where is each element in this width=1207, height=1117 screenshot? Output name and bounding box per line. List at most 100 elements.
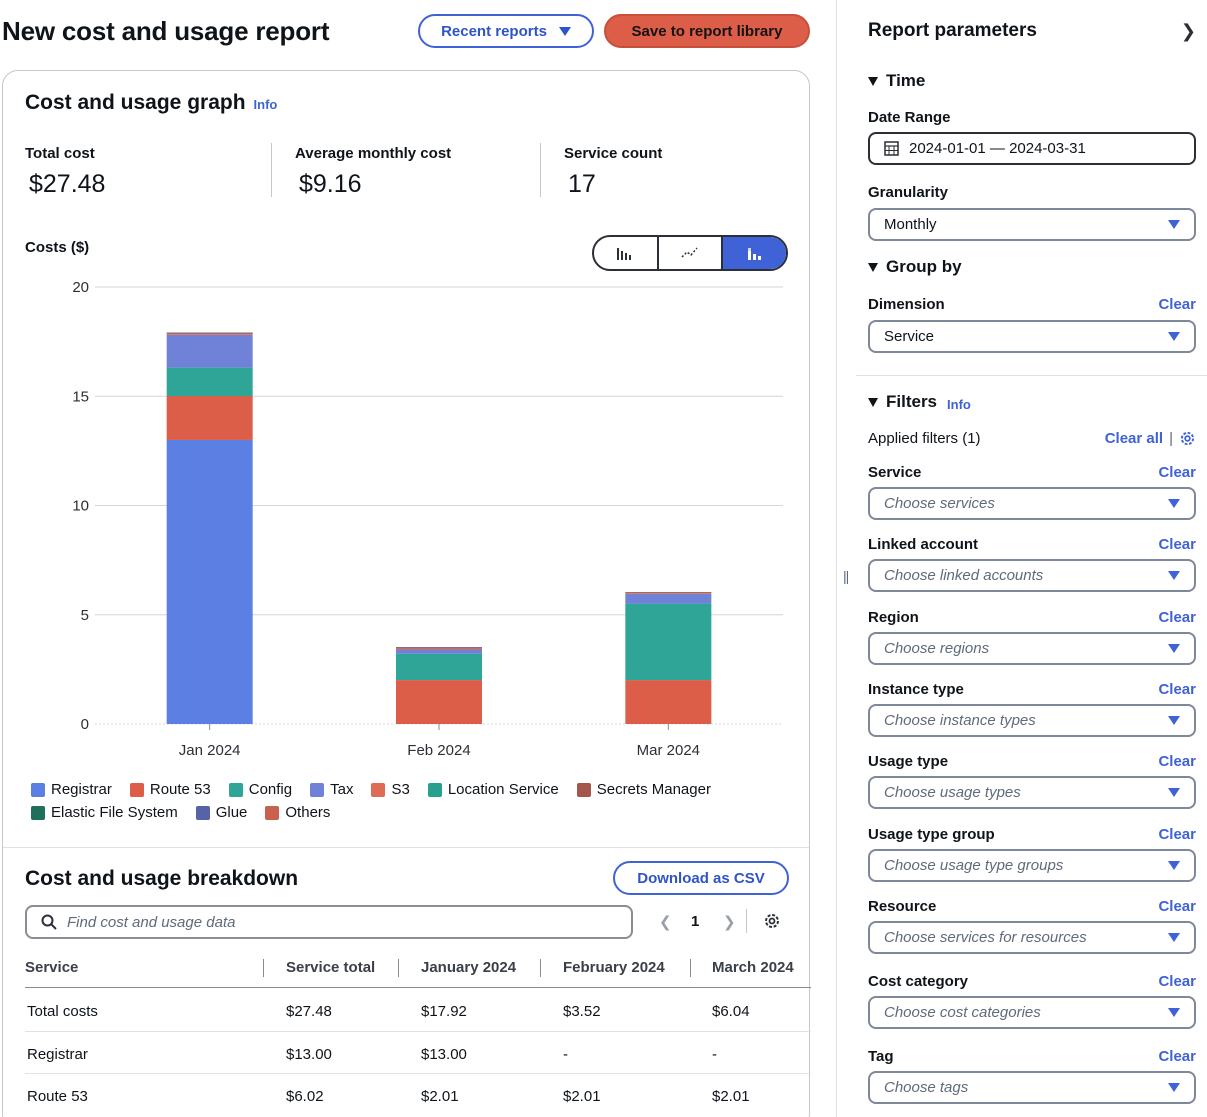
granularity-select[interactable]: Monthly: [868, 208, 1196, 241]
table-cell: $13.00: [421, 1046, 467, 1063]
instance-type-filter-select[interactable]: Choose instance types: [868, 704, 1196, 737]
legend-item[interactable]: Secrets Manager: [576, 781, 711, 798]
resource-clear-link[interactable]: Clear: [1158, 898, 1196, 915]
cost-category-clear-link[interactable]: Clear: [1158, 973, 1196, 990]
filter-label-text: Usage type group: [868, 826, 995, 843]
usage-type-clear-link[interactable]: Clear: [1158, 753, 1196, 770]
legend-item[interactable]: Others: [265, 804, 330, 821]
granularity-label: Granularity: [868, 184, 1196, 201]
column-header-service[interactable]: Service: [25, 959, 78, 976]
usage-type-group-clear-link[interactable]: Clear: [1158, 826, 1196, 843]
cost-category-filter-select[interactable]: Choose cost categories: [868, 996, 1196, 1029]
column-divider: [690, 959, 691, 977]
tag-filter-select[interactable]: Choose tags: [868, 1071, 1196, 1104]
legend-swatch: [310, 782, 325, 797]
filter-label-text: Resource: [868, 898, 937, 915]
column-header-service-total[interactable]: Service total: [286, 959, 375, 976]
service-clear-link[interactable]: Clear: [1158, 464, 1196, 481]
usage-type-filter-label: Usage type Clear: [868, 753, 1196, 770]
time-section-label: Time: [886, 71, 926, 90]
bar-segment: [166, 332, 253, 333]
granularity-label-text: Granularity: [868, 184, 949, 201]
legend-label: Elastic File System: [51, 804, 178, 821]
section-divider: [3, 847, 809, 848]
dimension-select[interactable]: Service: [868, 320, 1196, 353]
caret-down-icon: [558, 26, 571, 36]
download-csv-button[interactable]: Download as CSV: [613, 861, 789, 895]
table-cell: Registrar: [27, 1046, 88, 1063]
search-input[interactable]: Find cost and usage data: [25, 905, 633, 939]
legend-item[interactable]: Registrar: [31, 781, 112, 798]
caret-down-icon: [1168, 788, 1180, 797]
chevron-left-icon[interactable]: ❮: [659, 913, 672, 931]
report-card: Cost and usage graph Info Total cost $27.…: [2, 70, 811, 1117]
save-to-library-button[interactable]: Save to report library: [604, 14, 810, 48]
recent-reports-label: Recent reports: [441, 22, 547, 40]
column-divider: [540, 959, 541, 977]
region-filter-label: Region Clear: [868, 609, 1196, 626]
legend-item[interactable]: Location Service: [427, 781, 559, 798]
region-filter-select[interactable]: Choose regions: [868, 632, 1196, 665]
gear-icon[interactable]: [1179, 430, 1196, 447]
bar-segment: [396, 647, 482, 648]
bar-segment: [625, 593, 712, 604]
usage-type-filter-select[interactable]: Choose usage types: [868, 776, 1196, 809]
linked-account-filter-select[interactable]: Choose linked accounts: [868, 559, 1196, 592]
usage-type-group-filter-select[interactable]: Choose usage type groups: [868, 849, 1196, 882]
chevron-right-icon[interactable]: ❯: [723, 913, 736, 931]
filter-label-text: Cost category: [868, 973, 969, 990]
filter-placeholder: Choose instance types: [884, 712, 1036, 729]
linked-account-clear-link[interactable]: Clear: [1158, 536, 1196, 553]
gear-icon[interactable]: [763, 912, 781, 935]
caret-down-icon: [1168, 571, 1180, 580]
date-range-field[interactable]: 2024-01-01 — 2024-03-31: [868, 132, 1196, 165]
y-tick-label: 0: [81, 716, 89, 733]
y-tick-label: 5: [81, 607, 89, 624]
service-filter-select[interactable]: Choose services: [868, 487, 1196, 520]
column-header-feb[interactable]: February 2024: [563, 959, 665, 976]
resource-filter-select[interactable]: Choose services for resources: [868, 921, 1196, 954]
bar-segment: [625, 603, 712, 681]
filters-section-toggle[interactable]: Filters Info: [868, 392, 1196, 412]
instance-type-clear-link[interactable]: Clear: [1158, 681, 1196, 698]
filters-info-link[interactable]: Info: [947, 397, 971, 412]
legend-item[interactable]: Glue: [195, 804, 247, 821]
region-clear-link[interactable]: Clear: [1158, 609, 1196, 626]
filter-placeholder: Choose usage types: [884, 784, 1021, 801]
applied-filters-count: Applied filters (1): [868, 430, 981, 447]
legend-swatch: [265, 805, 280, 820]
bar-segment: [166, 367, 253, 397]
chevron-right-icon[interactable]: ❯: [1181, 21, 1196, 42]
filter-label-text: Instance type: [868, 681, 964, 698]
clear-all-link[interactable]: Clear all: [1105, 430, 1163, 447]
bar-segment: [166, 439, 253, 724]
tag-clear-link[interactable]: Clear: [1158, 1048, 1196, 1065]
legend-label: Others: [285, 804, 331, 821]
legend-item[interactable]: Config: [228, 781, 292, 798]
table-cell: $27.48: [286, 1003, 332, 1020]
row-divider: [25, 1031, 811, 1032]
legend-item[interactable]: S3: [371, 781, 410, 798]
caret-down-icon: [1168, 861, 1180, 870]
legend-label: Secrets Manager: [596, 781, 711, 798]
column-header-jan[interactable]: January 2024: [421, 959, 516, 976]
column-header-mar[interactable]: March 2024: [712, 959, 794, 976]
page-number[interactable]: 1: [691, 913, 699, 930]
dimension-clear-link[interactable]: Clear: [1158, 296, 1196, 313]
group-by-section-toggle[interactable]: Group by: [868, 257, 1196, 277]
filter-label-text: Tag: [868, 1048, 894, 1065]
caret-down-icon: [868, 262, 878, 272]
recent-reports-button[interactable]: Recent reports: [418, 14, 594, 48]
filter-label-text: Linked account: [868, 536, 979, 553]
legend-swatch: [576, 782, 591, 797]
tag-filter-label: Tag Clear: [868, 1048, 1196, 1065]
legend-item[interactable]: Elastic File System: [31, 804, 178, 821]
resize-handle-icon[interactable]: ||: [843, 568, 849, 584]
legend-item[interactable]: Tax: [310, 781, 353, 798]
table-cell: -: [563, 1046, 568, 1063]
filter-placeholder: Choose cost categories: [884, 1004, 1041, 1021]
linked-account-filter-label: Linked account Clear: [868, 536, 1196, 553]
legend-item[interactable]: Route 53: [129, 781, 211, 798]
time-section-toggle[interactable]: Time: [868, 71, 1196, 91]
bar-segment: [625, 680, 712, 724]
